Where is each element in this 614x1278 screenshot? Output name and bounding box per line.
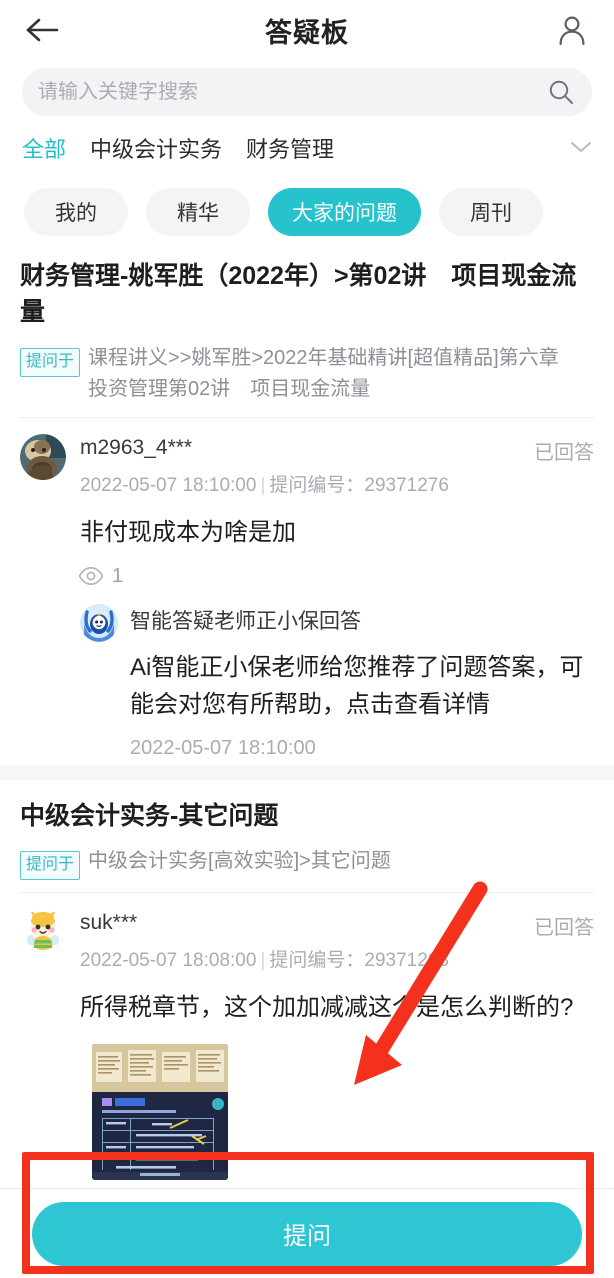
bottom-action-bar: 提问 xyxy=(0,1188,614,1278)
page-title: 答疑板 xyxy=(265,17,349,48)
post-id-label: 提问编号： xyxy=(269,474,365,496)
filter-chip-mine[interactable]: 我的 xyxy=(24,188,128,236)
ai-answer-text[interactable]: Ai智能正小保老师给您推荐了问题答案，可能会对您有所帮助，点击查看详情 xyxy=(130,649,594,723)
ask-from-badge: 提问于 xyxy=(20,851,81,881)
category-tab-all[interactable]: 全部 xyxy=(22,132,66,164)
ai-answer-time: 2022-05-07 18:10:00 xyxy=(130,736,316,759)
category-tab-financial-management[interactable]: 财务管理 xyxy=(246,132,334,164)
category-expand-button[interactable] xyxy=(568,134,594,160)
post-time-value: 2022-05-07 18:10:00 xyxy=(80,474,257,496)
chevron-down-icon xyxy=(571,142,591,152)
search-button[interactable] xyxy=(546,77,576,107)
lecture-slide-photo xyxy=(92,1044,228,1181)
post-timestamp: 2022-05-07 18:10:00 | 提问编号：29371276 xyxy=(80,474,449,496)
ask-from-row: 提问于 中级会计实务[高效实验]>其它问题 xyxy=(20,846,594,892)
card-title: 中级会计实务-其它问题 xyxy=(20,801,279,830)
ai-answer[interactable]: 智能答疑老师正小保回答 Ai智能正小保老师给您推荐了问题答案，可能会对您有所帮助… xyxy=(80,602,594,760)
bee-mascot-avatar xyxy=(20,909,66,956)
category-tabs: 全部 中级会计实务 财务管理 xyxy=(0,116,614,178)
app-header: 答疑板 xyxy=(0,0,614,60)
ask-question-button[interactable]: 提问 xyxy=(32,1201,582,1266)
ai-answer-title: 智能答疑老师正小保回答 xyxy=(130,609,361,633)
question-card[interactable]: 中级会计实务-其它问题 提问于 中级会计实务[高效实验]>其它问题 suk***… xyxy=(0,779,614,1187)
avatar[interactable] xyxy=(20,433,66,480)
ask-from-badge: 提问于 xyxy=(20,347,81,377)
category-tab-intermediate-accounting[interactable]: 中级会计实务 xyxy=(90,132,222,164)
back-button[interactable] xyxy=(22,10,62,50)
post-header: m2963_4*** 2022-05-07 18:10:00 | 提问编号：2937… xyxy=(20,433,594,497)
post: suk*** 2022-05-07 18:08:00 | 提问编号：29371268… xyxy=(20,893,594,1186)
post-timestamp: 2022-05-07 18:08:00 | 提问编号：29371268 xyxy=(80,950,449,972)
search-section xyxy=(0,60,614,116)
ask-from-row: 提问于 课程讲义>>姚军胜>2022年基础精讲[超值精品]第六章 投资管理第02… xyxy=(20,343,594,417)
post-id-value: 29371268 xyxy=(364,950,449,972)
filter-chip-everyones-questions[interactable]: 大家的问题 xyxy=(268,188,421,236)
user-icon xyxy=(559,16,585,46)
search-icon xyxy=(549,80,573,104)
search-input[interactable] xyxy=(38,80,546,104)
ai-content: 智能答疑老师正小保回答 Ai智能正小保老师给您推荐了问题答案，可能会对您有所帮助… xyxy=(130,602,594,760)
post-header: suk*** 2022-05-07 18:08:00 | 提问编号：29371268… xyxy=(20,909,594,972)
view-count: 1 xyxy=(78,565,594,588)
avatar[interactable] xyxy=(20,909,66,956)
arrow-left-icon xyxy=(26,18,59,42)
post-meta: m2963_4*** 2022-05-07 18:10:00 | 提问编号：2937… xyxy=(80,434,524,497)
eye-icon xyxy=(78,567,104,585)
ask-from-path: 中级会计实务[高效实验]>其它问题 xyxy=(88,850,391,873)
card-title: 财务管理-姚军胜（2022年）>第02讲 项目现金流量 xyxy=(20,262,577,327)
ai-mascot-avatar xyxy=(80,603,118,642)
post: m2963_4*** 2022-05-07 18:10:00 | 提问编号：2937… xyxy=(20,418,594,766)
ask-from-path: 课程讲义>>姚军胜>2022年基础精讲[超值精品]第六章 投资管理第02讲 项目… xyxy=(88,346,579,400)
profile-button[interactable] xyxy=(552,10,592,50)
app-screen: 答疑板 全部 中级会计实务 财务管理 xyxy=(0,0,614,1278)
ai-avatar xyxy=(80,603,118,642)
filter-chip-weekly[interactable]: 周刊 xyxy=(439,188,543,236)
post-time-value: 2022-05-07 18:08:00 xyxy=(80,950,257,972)
view-count-value: 1 xyxy=(112,564,124,587)
post-body: 所得税章节，这个加加减减这个是怎么判断的? xyxy=(80,994,574,1022)
post-meta: suk*** 2022-05-07 18:08:00 | 提问编号：29371268 xyxy=(80,909,524,972)
filter-chip-essence[interactable]: 精华 xyxy=(146,188,250,236)
post-id-label: 提问编号： xyxy=(269,950,365,972)
status-badge: 已回答 xyxy=(534,441,594,464)
post-body: 非付现成本为啥是加 xyxy=(80,518,296,546)
search-box[interactable] xyxy=(22,68,592,116)
post-username: m2963_4*** xyxy=(80,435,193,459)
post-id-value: 29371276 xyxy=(364,474,449,496)
post-username: suk*** xyxy=(80,911,138,935)
status-badge: 已回答 xyxy=(534,917,594,940)
filter-chip-row: 我的 精华 大家的问题 周刊 xyxy=(0,178,614,254)
attachment-thumbnail[interactable] xyxy=(92,1044,228,1181)
question-card[interactable]: 财务管理-姚军胜（2022年）>第02讲 项目现金流量 提问于 课程讲义>>姚军… xyxy=(0,254,614,766)
section-separator xyxy=(0,765,614,780)
user-photo-avatar xyxy=(20,433,66,480)
